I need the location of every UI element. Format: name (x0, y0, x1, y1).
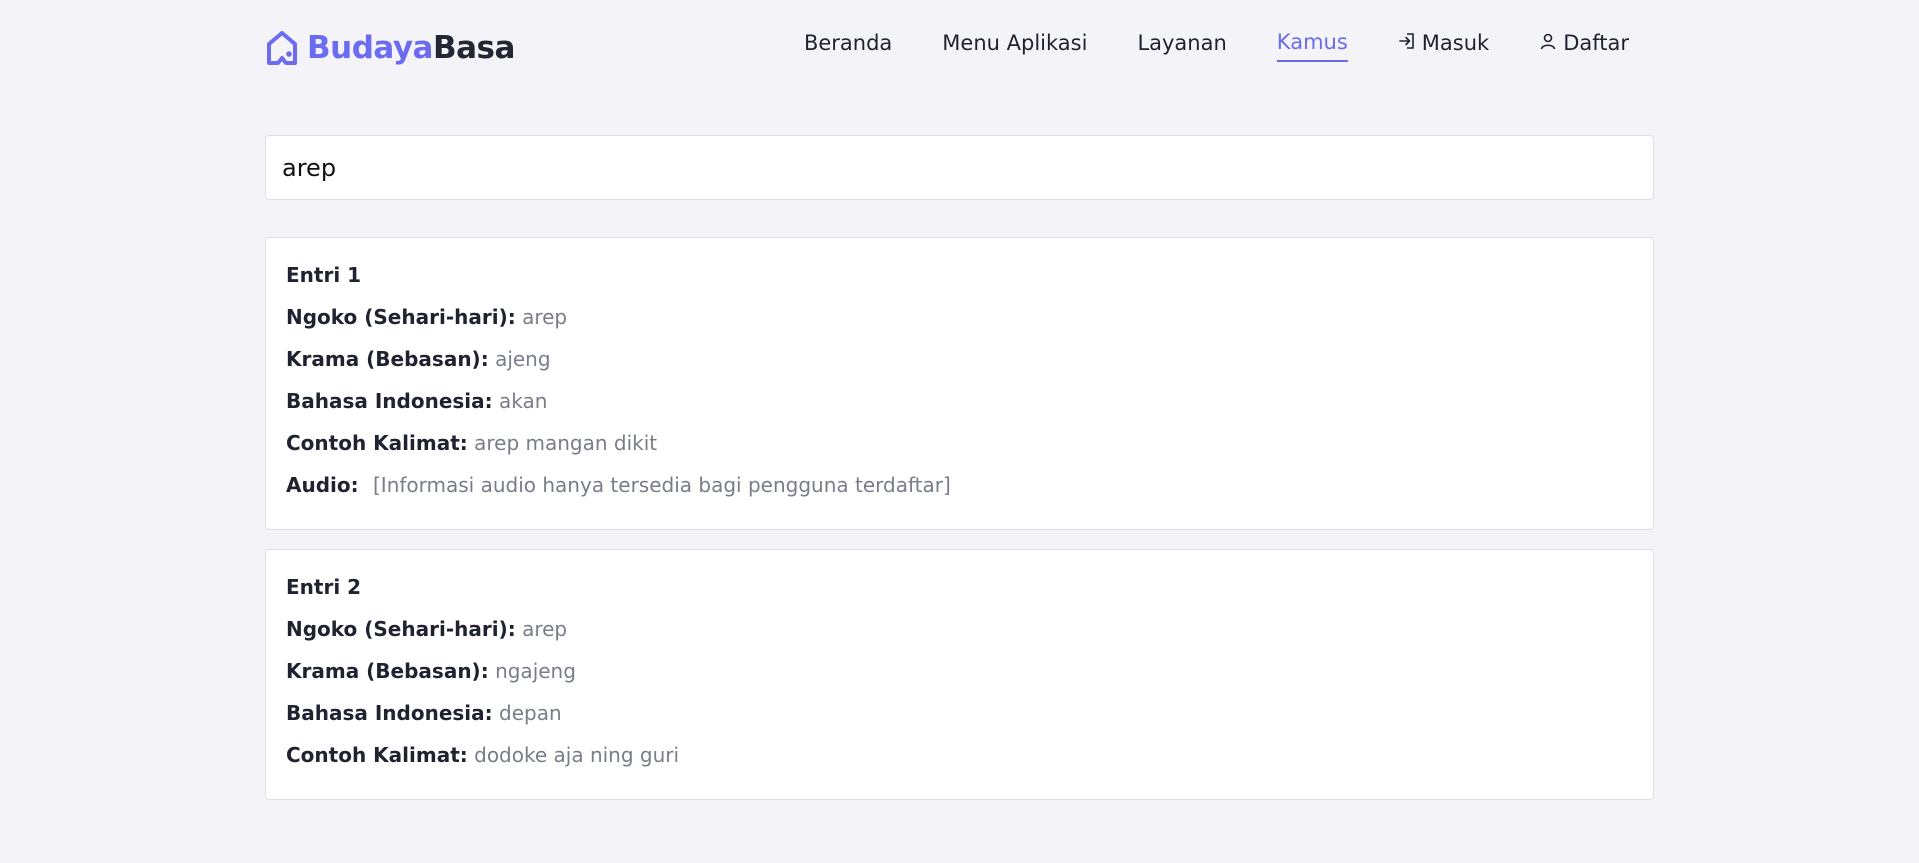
entry-contoh-label: Contoh Kalimat: (286, 431, 468, 455)
nav-item-layanan[interactable]: Layanan (1137, 31, 1226, 61)
entry-contoh-row: Contoh Kalimat: dodoke aja ning guri (286, 742, 1633, 784)
entry-krama-label: Krama (Bebasan): (286, 347, 489, 371)
entry-indonesia-label: Bahasa Indonesia: (286, 389, 493, 413)
entry-indonesia-label: Bahasa Indonesia: (286, 701, 493, 725)
entry-contoh-value: arep mangan dikit (474, 431, 658, 455)
nav-item-menu-aplikasi[interactable]: Menu Aplikasi (942, 31, 1087, 61)
entry-audio-label: Audio: (286, 473, 359, 497)
entry-indonesia-row: Bahasa Indonesia: akan (286, 388, 1633, 430)
entry-krama-row: Krama (Bebasan): ngajeng (286, 658, 1633, 700)
search-input[interactable] (266, 136, 1653, 199)
top-navbar: Budaya Basa Beranda Menu Aplikasi Layanan… (0, 0, 1919, 96)
entry-ngoko-row: Ngoko (Sehari-hari): arep (286, 304, 1633, 346)
entry-krama-value: ngajeng (495, 659, 576, 683)
entry-audio-row: Audio: [Informasi audio hanya tersedia b… (286, 472, 1633, 514)
entry-ngoko-value: arep (522, 617, 568, 641)
nav-item-masuk-label: Masuk (1421, 31, 1490, 55)
entry-ngoko-value: arep (522, 305, 568, 329)
entry-krama-label: Krama (Bebasan): (286, 659, 489, 683)
nav-item-daftar-label: Daftar (1563, 31, 1629, 55)
brand-logo-link[interactable]: Budaya Basa (265, 29, 515, 67)
login-icon (1398, 31, 1416, 49)
entry-card-1: Entri 1 Ngoko (Sehari-hari): arep Krama … (265, 237, 1654, 530)
nav-item-masuk[interactable]: Masuk (1398, 31, 1489, 61)
entry-contoh-label: Contoh Kalimat: (286, 743, 468, 767)
entry-indonesia-value: depan (499, 701, 562, 725)
entry-ngoko-row: Ngoko (Sehari-hari): arep (286, 616, 1633, 658)
entry-indonesia-row: Bahasa Indonesia: depan (286, 700, 1633, 742)
entry-contoh-row: Contoh Kalimat: arep mangan dikit (286, 430, 1633, 472)
nav-item-daftar[interactable]: Daftar (1539, 31, 1629, 61)
entry-indonesia-value: akan (499, 389, 548, 413)
entry-krama-value: ajeng (495, 347, 551, 371)
entry-card-2: Entri 2 Ngoko (Sehari-hari): arep Krama … (265, 549, 1654, 800)
entry-audio-notice: [Informasi audio hanya tersedia bagi pen… (373, 473, 951, 497)
entry-krama-row: Krama (Bebasan): ajeng (286, 346, 1633, 388)
entry-title: Entri 2 (286, 575, 362, 599)
entry-ngoko-label: Ngoko (Sehari-hari): (286, 617, 516, 641)
nav-item-kamus[interactable]: Kamus (1276, 30, 1348, 62)
house-icon (265, 29, 299, 67)
entry-contoh-value: dodoke aja ning guri (474, 743, 680, 767)
main-nav: Beranda Menu Aplikasi Layanan Kamus Masu… (754, 30, 1629, 62)
brand-name-part2: Basa (432, 30, 515, 66)
nav-item-beranda[interactable]: Beranda (804, 31, 892, 61)
brand-name-part1: Budaya (307, 30, 433, 66)
entry-title: Entri 1 (286, 263, 362, 287)
entry-ngoko-label: Ngoko (Sehari-hari): (286, 305, 516, 329)
user-icon (1539, 31, 1557, 50)
search-box (265, 135, 1654, 200)
